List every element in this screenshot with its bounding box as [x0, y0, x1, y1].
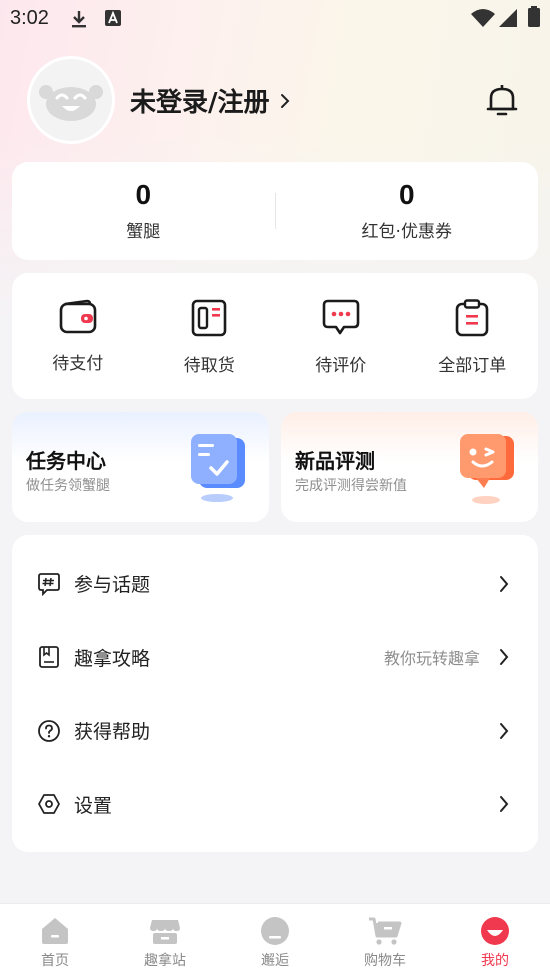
crab-legs-stat[interactable]: 0 蟹腿 — [12, 162, 275, 260]
avatar[interactable] — [27, 56, 115, 144]
battery-icon — [528, 6, 540, 27]
bell-icon[interactable] — [485, 82, 519, 118]
tab-mine[interactable]: 我的 — [440, 904, 550, 979]
crab-mascot-icon — [39, 85, 103, 121]
order-label: 待取货 — [183, 356, 235, 376]
task-checklist-icon — [191, 434, 245, 502]
cart-icon — [369, 917, 402, 945]
orders-card: 待支付 待取货 待评价 全部订单 — [12, 273, 538, 399]
task-center-card[interactable]: 任务中心 做任务领蟹腿 — [12, 412, 269, 522]
chevron-right-icon — [500, 575, 509, 592]
bottom-tab-bar: 首页 趣拿站 邂逅 购物车 我的 — [0, 903, 550, 979]
coupons-count: 0 — [398, 178, 415, 210]
order-pending-pickup[interactable]: 待取货 — [144, 273, 276, 399]
status-bar: 3:02 — [0, 0, 550, 38]
order-pending-payment[interactable]: 待支付 — [12, 273, 144, 399]
crab-legs-count: 0 — [135, 178, 152, 210]
encounter-icon — [261, 917, 289, 945]
keyboard-a-icon — [105, 10, 121, 26]
new-product-review-card[interactable]: 新品评测 完成评测得尝新值 — [281, 412, 538, 522]
order-all[interactable]: 全部订单 — [407, 273, 539, 399]
review-title: 新品评测 — [295, 449, 375, 473]
chevron-right-icon — [500, 796, 509, 813]
settings-menu: 参与话题 趣拿攻略 教你玩转趣拿 获得帮助 设置 — [12, 535, 538, 852]
coupons-stat[interactable]: 0 红包·优惠券 — [276, 162, 539, 260]
home-icon — [42, 918, 68, 944]
assets-card: 0 蟹腿 0 红包·优惠券 — [12, 162, 538, 260]
chevron-right-icon — [500, 722, 509, 739]
clipboard-icon — [455, 299, 489, 337]
wallet-icon — [59, 299, 97, 334]
menu-item-topics[interactable]: 参与话题 — [12, 547, 538, 621]
login-label: 未登录/注册 — [130, 88, 270, 118]
order-pending-review[interactable]: 待评价 — [275, 273, 407, 399]
download-icon — [72, 11, 86, 28]
menu-label: 设置 — [74, 794, 113, 817]
menu-label: 趣拿攻略 — [74, 647, 151, 670]
profile-icon — [481, 917, 509, 945]
tab-home[interactable]: 首页 — [0, 904, 110, 979]
tab-encounter[interactable]: 邂逅 — [220, 904, 330, 979]
login-register-link[interactable]: 未登录/注册 — [130, 82, 290, 119]
order-label: 待评价 — [315, 356, 367, 376]
review-subtitle: 完成评测得尝新值 — [295, 478, 407, 494]
menu-label: 参与话题 — [74, 574, 151, 597]
menu-item-help[interactable]: 获得帮助 — [12, 694, 538, 768]
menu-label: 获得帮助 — [74, 721, 151, 744]
wink-chat-icon — [460, 434, 514, 504]
settings-icon — [36, 791, 62, 817]
task-center-title: 任务中心 — [26, 449, 106, 473]
pickup-icon — [191, 299, 227, 337]
tab-station[interactable]: 趣拿站 — [110, 904, 220, 979]
tab-label: 首页 — [41, 953, 69, 969]
task-center-subtitle: 做任务领蟹腿 — [26, 478, 110, 494]
help-icon — [36, 718, 62, 744]
wifi-icon — [471, 9, 495, 27]
coupons-label: 红包·优惠券 — [361, 221, 452, 242]
chevron-right-icon — [280, 93, 289, 108]
chevron-right-icon — [500, 649, 509, 666]
order-label: 全部订单 — [438, 356, 507, 376]
status-time: 3:02 — [10, 7, 49, 29]
guide-book-icon — [36, 644, 62, 670]
tab-label: 邂逅 — [261, 953, 289, 969]
menu-hint: 教你玩转趣拿 — [383, 649, 480, 669]
tab-label: 购物车 — [364, 953, 406, 969]
order-label: 待支付 — [52, 354, 104, 374]
crab-legs-label: 蟹腿 — [126, 221, 161, 242]
tab-label: 我的 — [481, 953, 509, 969]
menu-item-guide[interactable]: 趣拿攻略 教你玩转趣拿 — [12, 621, 538, 695]
menu-item-settings[interactable]: 设置 — [12, 768, 538, 842]
tab-label: 趣拿站 — [144, 953, 186, 969]
store-icon — [150, 920, 180, 944]
hashtag-icon — [36, 571, 62, 597]
comment-icon — [322, 299, 360, 335]
signal-icon — [499, 9, 517, 27]
tab-cart[interactable]: 购物车 — [330, 904, 440, 979]
